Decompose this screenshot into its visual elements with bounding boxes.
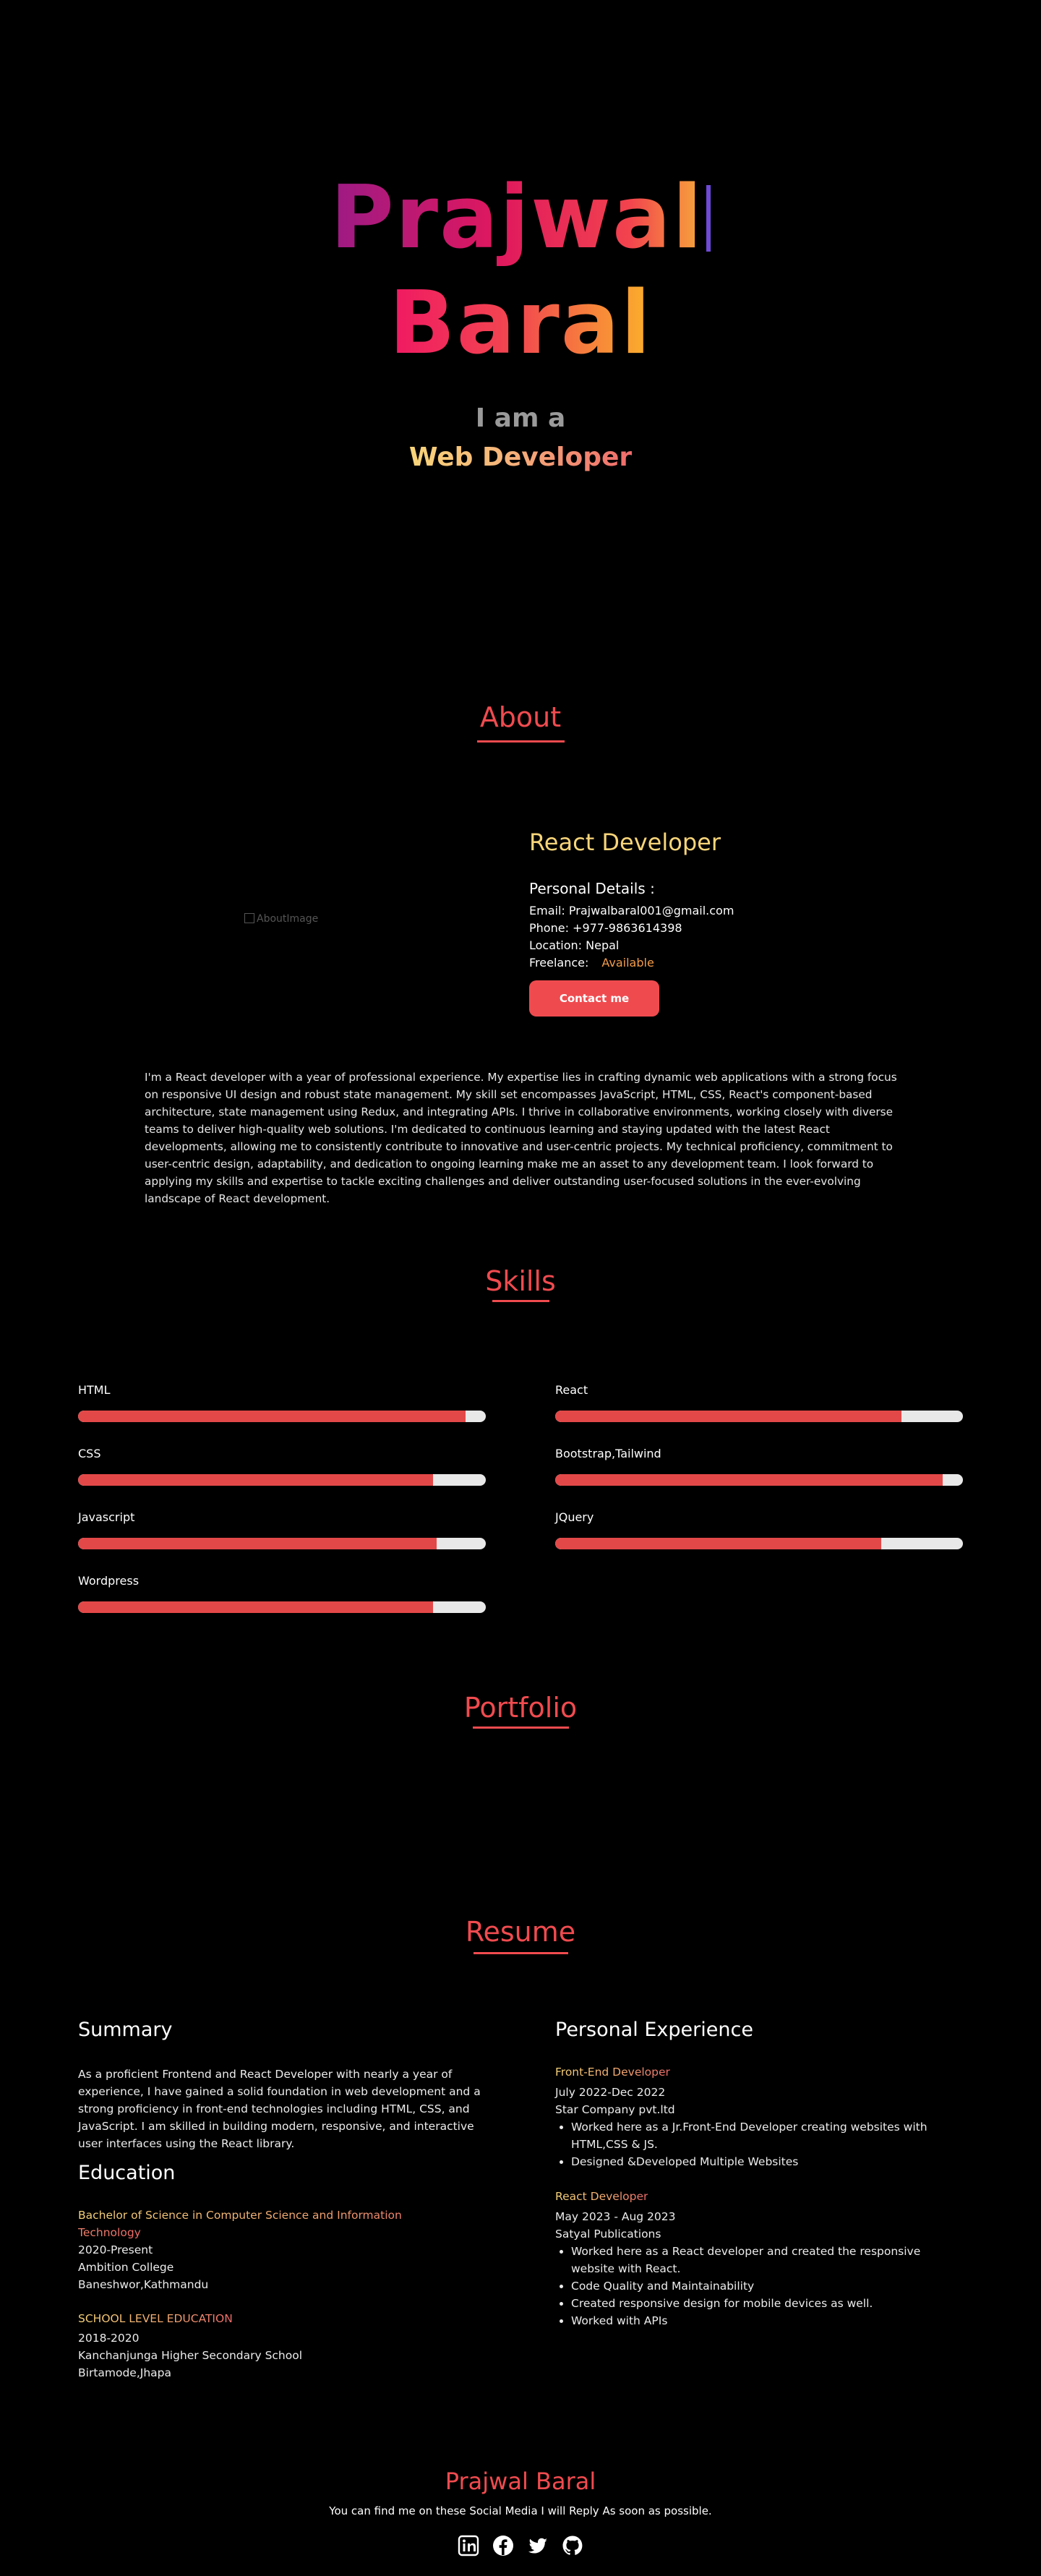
skill-bar-track [555,1538,963,1549]
personal-location: Location: Nepal [529,938,620,952]
education-place-1: Baneshwor,Kathmandu [78,2278,209,2291]
skill-bar-track [78,1411,486,1422]
resume-underline [474,1952,568,1954]
skill-bar-track [555,1411,963,1422]
education-years-1: 2020-Present [78,2243,153,2256]
about-image: AboutImage [244,913,318,925]
experience-period-1: July 2022-Dec 2022 [555,2086,666,2099]
contact-button[interactable]: Contact me [529,980,659,1017]
skill-bar-fill [78,1601,433,1613]
experience-role-1: Front-End Developer [555,2066,670,2079]
skill-label: Bootstrap,Tailwind [555,1447,661,1460]
personal-email: Email: Prajwalbaral001@gmail.com [529,904,734,917]
personal-phone: Phone: +977-9863614398 [529,921,682,935]
experience-company-2: Satyal Publications [555,2228,661,2241]
resume-title: Resume [465,1916,576,1948]
personal-details-title: Personal Details : [529,880,655,897]
education-place-2: Birtamode,Jhapa [78,2366,172,2379]
hero-name-first: Prajwal [0,168,1041,269]
personal-freelance: Freelance: Available [529,956,654,970]
education-school-1: Ambition College [78,2261,174,2274]
freelance-status: Available [601,956,654,970]
skills-underline [492,1300,549,1302]
experience-title: Personal Experience [555,2019,753,2041]
skill-bar-fill [555,1474,943,1486]
education-school-2: Kanchanjunga Higher Secondary School [78,2349,303,2362]
list-item: Designed &Developed Multiple Websites [571,2153,960,2170]
experience-company-1: Star Company pvt.ltd [555,2103,675,2116]
about-bio: I'm a React developer with a year of pro… [145,1071,897,1205]
skill-label: React [555,1383,588,1397]
facebook-icon[interactable] [492,2534,515,2557]
linkedin-icon[interactable] [457,2534,480,2557]
skill-bar-track [78,1538,486,1549]
list-item: Worked here as a React developer and cre… [571,2243,960,2277]
hero-intro: I am a [475,403,566,433]
social-links [0,2534,1041,2557]
experience-role-2: React Developer [555,2190,648,2203]
experience-points-1: Worked here as a Jr.Front-End Developer … [555,2118,960,2170]
github-icon[interactable] [561,2534,584,2557]
twitter-icon[interactable] [526,2534,549,2557]
list-item: Code Quality and Maintainability [571,2277,960,2295]
about-title: About [479,701,562,733]
hero-section: Prajwal Baral I am a Web Developer [0,0,1041,651]
skill-bar-fill [78,1538,437,1549]
skill-bar-track [78,1474,486,1486]
skills-title: Skills [485,1265,556,1297]
broken-image-icon [244,913,254,923]
list-item: Created responsive design for mobile dev… [571,2295,960,2312]
education-years-2: 2018-2020 [78,2332,140,2345]
portfolio-underline [473,1726,569,1729]
typing-cursor [706,185,711,252]
about-role: React Developer [529,829,721,856]
skill-label: HTML [78,1383,111,1397]
skill-bar-track [555,1474,963,1486]
skill-bar-fill [78,1411,466,1422]
skill-label: CSS [78,1447,101,1460]
education-degree-1: Bachelor of Science in Computer Science … [78,2209,402,2239]
skill-bar-fill [555,1538,882,1549]
footer-name: Prajwal Baral [445,2468,596,2495]
skill-label: Wordpress [78,1574,140,1588]
skill-label: Javascript [78,1510,135,1524]
education-degree-2: SCHOOL LEVEL EDUCATION [78,2312,233,2325]
summary-text: As a proficient Frontend and React Devel… [78,2068,481,2150]
education-title: Education [78,2162,176,2184]
skill-bar-fill [78,1474,433,1486]
hero-role: Web Developer [408,442,633,472]
skill-bar-track [78,1601,486,1613]
list-item: Worked here as a Jr.Front-End Developer … [571,2118,960,2153]
hero-name-last: Baral [389,273,652,374]
skill-label: JQuery [555,1510,594,1524]
experience-points-2: Worked here as a React developer and cre… [555,2243,960,2329]
list-item: Worked with APIs [571,2312,960,2329]
about-underline [477,740,565,743]
summary-title: Summary [78,2019,173,2041]
footer-text: You can find me on these Social Media I … [329,2504,712,2517]
portfolio-title: Portfolio [463,1692,578,1724]
experience-period-2: May 2023 - Aug 2023 [555,2210,676,2223]
skill-bar-fill [555,1411,902,1422]
